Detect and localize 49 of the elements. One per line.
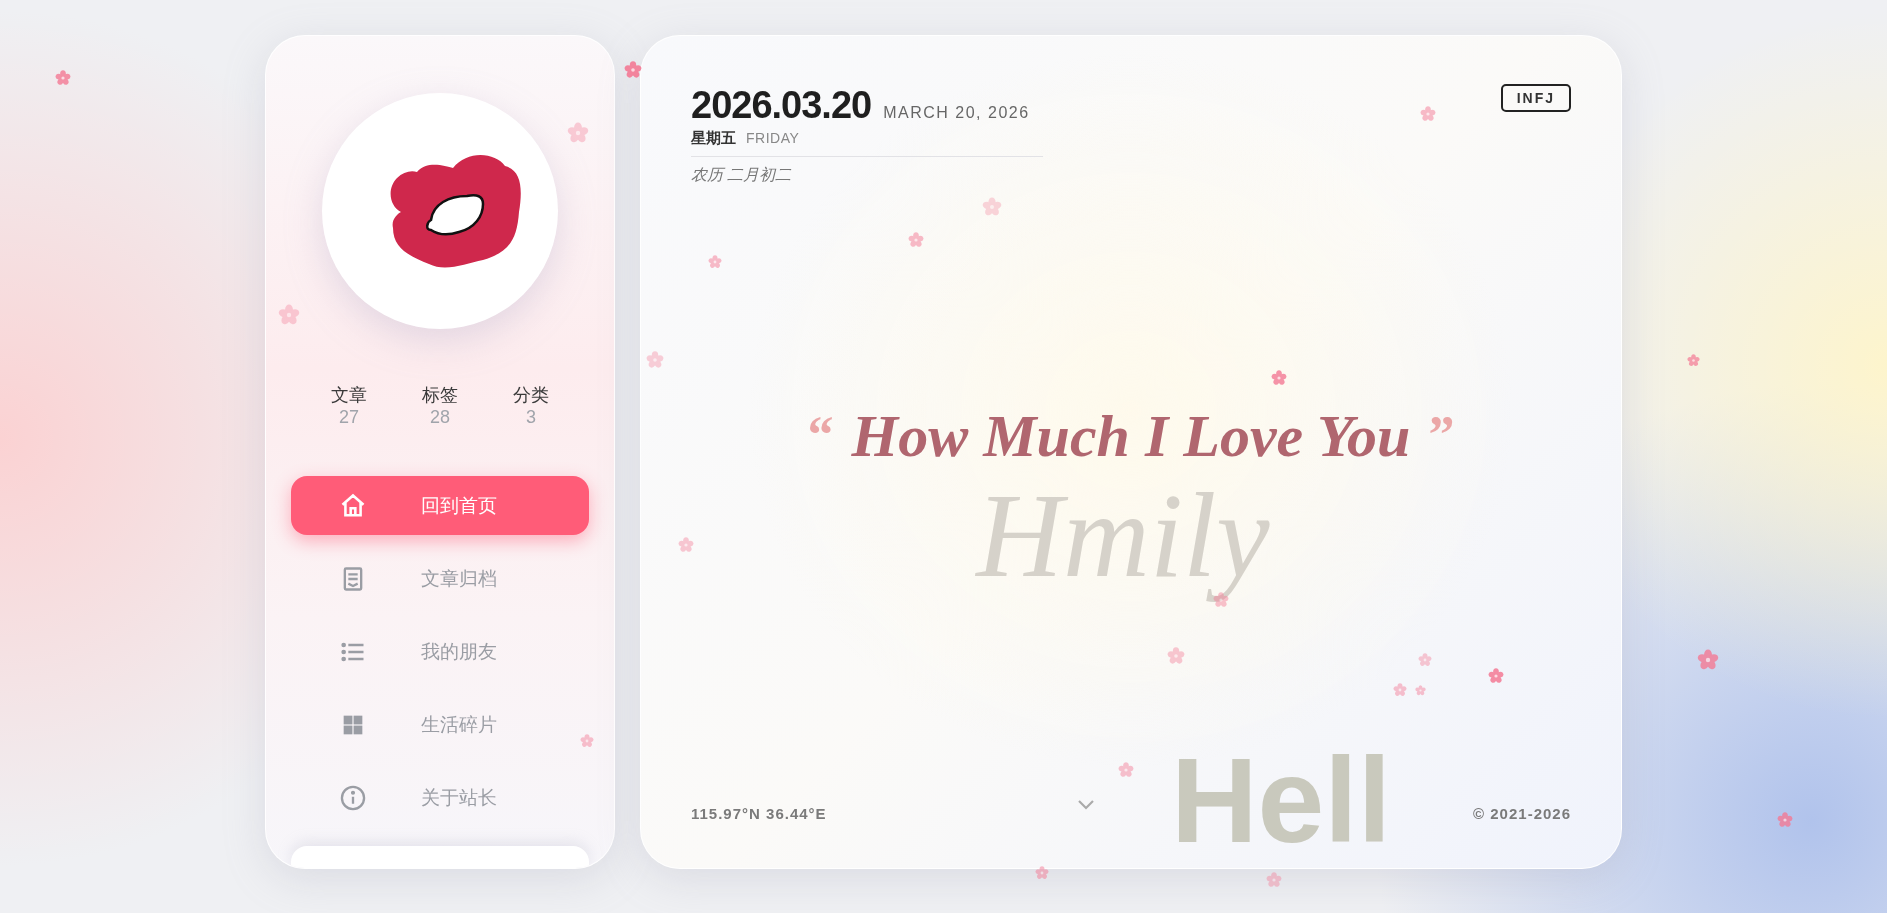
nav-item[interactable]: 生活碎片 bbox=[291, 695, 589, 754]
flower-icon bbox=[678, 537, 694, 553]
quote-mark: “ bbox=[807, 408, 834, 461]
watermark-text: Hell bbox=[1170, 740, 1391, 860]
weekday-text: FRIDAY bbox=[746, 130, 800, 146]
date-number: 2026.03.20 bbox=[691, 84, 872, 127]
flower-icon bbox=[1035, 866, 1049, 880]
flower-icon bbox=[708, 255, 722, 269]
nav-item[interactable]: 关于站长 bbox=[291, 768, 589, 827]
flower-icon bbox=[646, 351, 664, 369]
flower-icon bbox=[1488, 668, 1504, 684]
flower-icon bbox=[567, 122, 589, 144]
flower-icon bbox=[1414, 684, 1426, 696]
flower-icon bbox=[278, 304, 300, 326]
weekday-text: 星期五 bbox=[691, 129, 736, 148]
stat-value: 28 bbox=[430, 406, 450, 428]
flower-icon bbox=[1686, 353, 1700, 367]
copyright-text: © 2021-2026 bbox=[1473, 805, 1571, 822]
flower-icon bbox=[1777, 812, 1793, 828]
flower-icon bbox=[1418, 653, 1432, 667]
lunar-date: 农历 二月初二 bbox=[691, 165, 792, 185]
flower-icon bbox=[55, 70, 71, 86]
flower-icon bbox=[1271, 370, 1287, 386]
flower-icon bbox=[624, 61, 642, 79]
quote-mark: ” bbox=[1428, 408, 1455, 461]
flower-icon bbox=[982, 197, 1002, 217]
flower-icon bbox=[1266, 872, 1282, 888]
flower-icon bbox=[1393, 683, 1407, 697]
flower-icon bbox=[1420, 106, 1436, 122]
flower-icon bbox=[580, 734, 594, 748]
personality-badge: INFJ bbox=[1500, 84, 1571, 112]
nav-item[interactable]: 我的朋友 bbox=[291, 622, 589, 681]
flower-icon bbox=[1697, 649, 1719, 671]
info-icon bbox=[339, 783, 367, 812]
nav-item[interactable]: 回到首页 bbox=[291, 476, 589, 535]
stat-value: 27 bbox=[339, 406, 359, 428]
quote-text: How Much I Love You bbox=[851, 402, 1411, 469]
stat-value: 3 bbox=[526, 406, 536, 428]
chevron-down-icon[interactable] bbox=[1076, 798, 1095, 811]
stat-label: 分类 bbox=[513, 384, 549, 406]
stat-label: 标签 bbox=[422, 384, 458, 406]
flower-icon bbox=[908, 232, 924, 248]
date-text: MARCH 20, 2026 bbox=[883, 104, 1030, 122]
stat-label: 文章 bbox=[331, 384, 367, 406]
coordinates-text: 115.97°N 36.44°E bbox=[691, 805, 827, 822]
flower-icon bbox=[1118, 762, 1134, 778]
nav-item[interactable]: 文章归档 bbox=[291, 549, 589, 608]
flower-icon bbox=[1167, 647, 1185, 665]
home-icon bbox=[339, 491, 367, 520]
